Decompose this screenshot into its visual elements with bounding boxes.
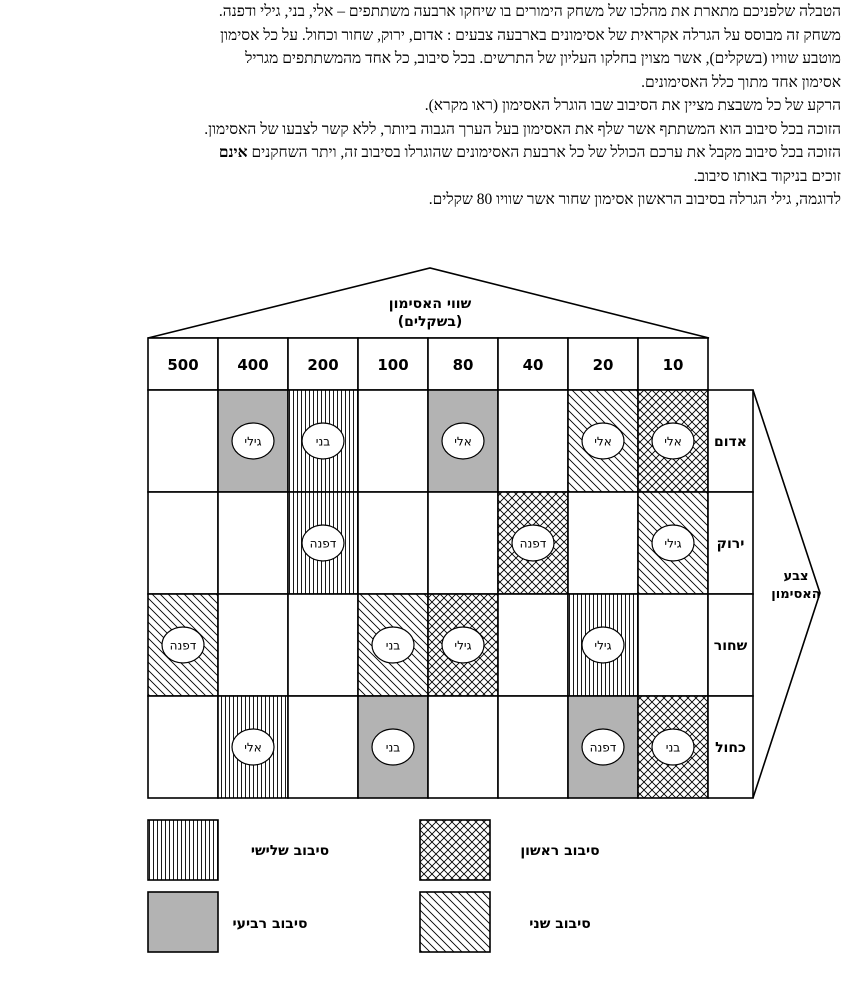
intro-line: אסימון אחד מתוך כלל האסימונים.	[641, 73, 841, 91]
empty-cell	[217, 491, 289, 595]
legend-swatch-r2	[419, 891, 491, 953]
legend-label: סיבוב ראשון	[520, 843, 599, 859]
intro-line: הרקע של כל משבצת מציין את הסיבוב שבו הוג…	[424, 97, 841, 114]
empty-cell	[497, 389, 569, 493]
intro-line: מוטבע שוויו (בשקלים), אשר מצוין בחלקו הע…	[245, 50, 841, 67]
color-axis-title-line1: צבע	[783, 569, 808, 584]
player-name: בני	[666, 741, 680, 755]
color-label: שחור	[714, 638, 748, 654]
tokens-diagram: שווי האסימון (בשקלים) 500 400 200 100 80 40 20…	[147, 267, 821, 953]
empty-cell	[287, 593, 359, 697]
player-name: בני	[386, 741, 400, 755]
player-name: גילי	[454, 639, 471, 653]
color-label: כחול	[715, 740, 746, 756]
value-axis-title-line2: (בשקלים)	[398, 314, 463, 330]
color-label: ירוק	[717, 536, 745, 552]
grid-cells: גילי בני אלי אלי אלי דפנה דפנה גילי דפנה בני גילי ג…	[147, 389, 709, 799]
intro-line: משחק זה מבוסס על הגרלה אקראית של אסימוני…	[220, 26, 841, 44]
legend-swatch-r1	[419, 819, 491, 881]
legend-label: סיבוב שני	[529, 916, 590, 932]
value-header-label: 100	[377, 356, 408, 374]
intro-rule-line: הזוכה בכל סיבוב מקבל את ערכם הכולל של כל…	[11, 141, 841, 165]
value-header-label: 200	[307, 356, 338, 374]
empty-cell	[357, 491, 429, 595]
color-axis-title-line2: האסימון	[771, 587, 820, 602]
value-header-label: 20	[593, 356, 614, 374]
empty-cell	[147, 389, 219, 493]
empty-cell	[287, 695, 359, 799]
rule-bold-word: אינם	[218, 144, 248, 161]
color-label: אדום	[714, 434, 747, 450]
value-header-label: 10	[663, 356, 684, 374]
intro-text: הטבלה שלפניכם מתארת את מהלכו של משחק הימ…	[11, 0, 841, 212]
empty-cell	[147, 695, 219, 799]
player-name: דפנה	[590, 741, 617, 755]
intro-line: לדוגמה, גילי הגרלה בסיבוב הראשון אסימון …	[428, 191, 841, 208]
player-name: אלי	[244, 741, 262, 755]
rule-text: הזוכה בכל סיבוב מקבל את ערכם הכולל של כל…	[247, 144, 841, 161]
empty-cell	[497, 695, 569, 799]
player-name: אלי	[594, 435, 612, 449]
empty-cell	[427, 695, 499, 799]
legend-swatch-r3	[147, 819, 219, 881]
legend-label: סיבוב שלישי	[251, 843, 329, 859]
player-name: גילי	[664, 537, 681, 551]
player-name: אלי	[664, 435, 682, 449]
player-name: דפנה	[170, 639, 197, 653]
player-name: גילי	[244, 435, 261, 449]
value-header-label: 500	[167, 356, 198, 374]
legend-swatch-r4	[147, 891, 219, 953]
empty-cell	[427, 491, 499, 595]
empty-cell	[217, 593, 289, 697]
player-name: דפנה	[520, 537, 547, 551]
intro-line: הזוכה בכל סיבוב הוא המשתתף אשר שלף את הא…	[204, 120, 841, 138]
color-row-labels: אדום ירוק שחור כחול	[707, 389, 754, 799]
empty-cell	[497, 593, 569, 697]
empty-cell	[567, 491, 639, 595]
value-header-row: 500 400 200 100 80 40 20 10	[147, 337, 709, 391]
empty-cell	[147, 491, 219, 595]
player-name: דפנה	[310, 537, 337, 551]
player-name: בני	[316, 435, 330, 449]
player-name: בני	[386, 639, 400, 653]
player-name: גילי	[594, 639, 611, 653]
value-axis-title-line1: שווי האסימון	[389, 296, 472, 312]
value-header-label: 40	[523, 356, 544, 374]
empty-cell	[637, 593, 709, 697]
legend: סיבוב שלישי סיבוב ראשון סיבוב רביעי סיבוב ש…	[147, 819, 600, 953]
legend-label: סיבוב רביעי	[233, 916, 308, 932]
empty-cell	[357, 389, 429, 493]
value-header-label: 400	[237, 356, 268, 374]
value-header-label: 80	[453, 356, 474, 374]
player-name: אלי	[454, 435, 472, 449]
intro-line: הטבלה שלפניכם מתארת את מהלכו של משחק הימ…	[218, 3, 841, 20]
intro-line: זוכים בניקוד באותו סיבוב.	[693, 167, 841, 185]
